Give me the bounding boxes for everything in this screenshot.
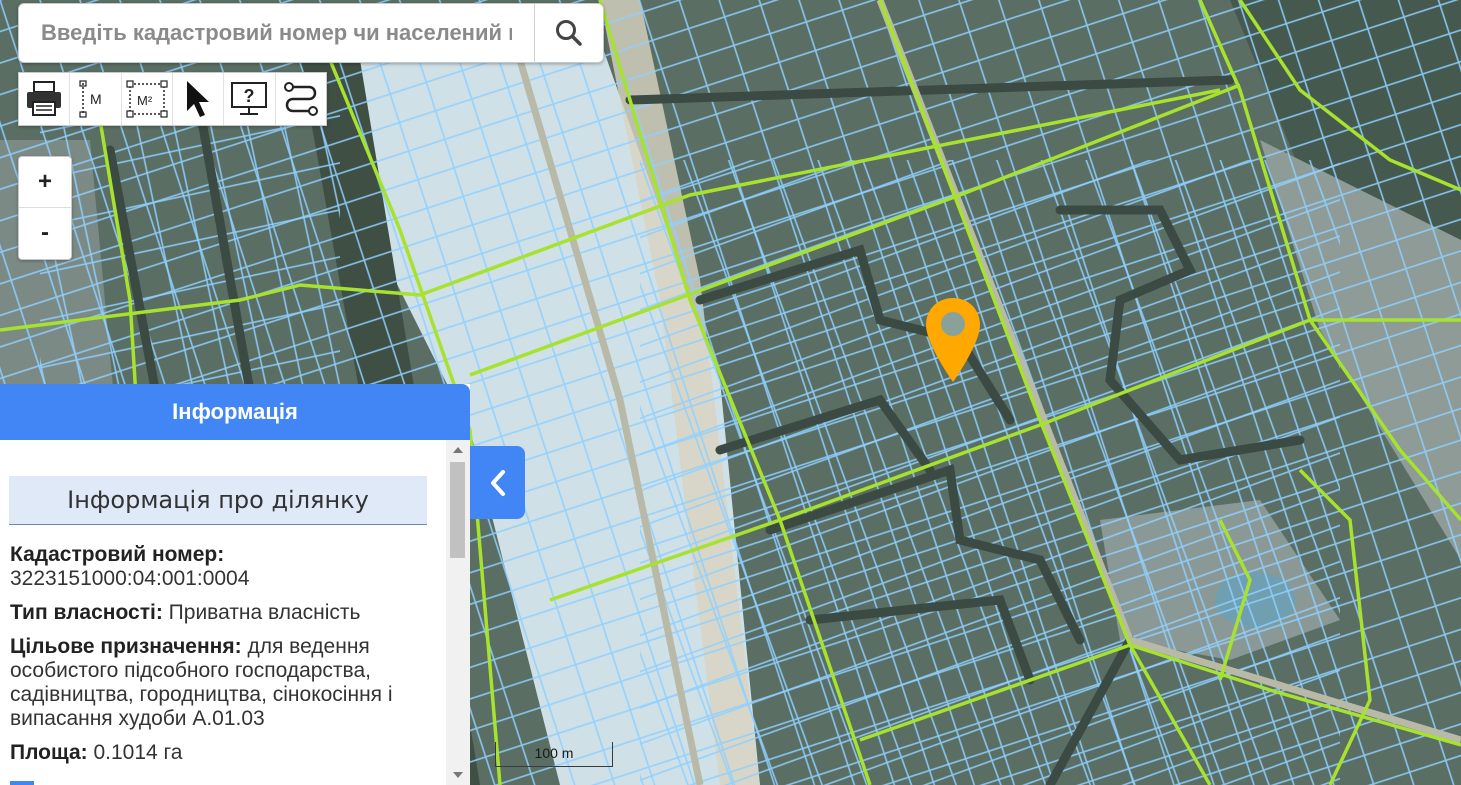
zoom-in-button[interactable]: + bbox=[19, 157, 71, 208]
purpose-label: Цільове призначення: bbox=[10, 635, 242, 658]
route-icon bbox=[283, 82, 318, 116]
scroll-down-icon bbox=[453, 772, 463, 778]
zoom-out-button[interactable]: - bbox=[19, 208, 71, 258]
search-bar bbox=[18, 3, 604, 63]
scroll-thumb[interactable] bbox=[450, 462, 465, 558]
parcel-grid-center bbox=[640, 160, 1340, 785]
collapse-panel-button[interactable] bbox=[470, 446, 525, 519]
scroll-down-button[interactable] bbox=[446, 765, 470, 785]
svg-text:M²: M² bbox=[137, 93, 153, 108]
area-label: Площа: bbox=[10, 741, 88, 764]
printer-icon bbox=[27, 81, 62, 116]
cursor-arrow-icon bbox=[187, 81, 210, 117]
ownership-label: Тип власності: bbox=[10, 601, 163, 624]
map-toolbar: M M² ? bbox=[18, 72, 327, 126]
cadastral-number-row: Кадастровий номер: 3223151000:04:001:000… bbox=[10, 543, 436, 591]
cadastral-number-value: 3223151000:04:001:0004 bbox=[10, 567, 250, 590]
content-indicator bbox=[10, 781, 34, 785]
select-button[interactable] bbox=[173, 73, 225, 125]
measure-area-button[interactable]: M² bbox=[122, 73, 173, 125]
measure-distance-button[interactable]: M bbox=[70, 73, 122, 125]
print-button[interactable] bbox=[19, 73, 71, 125]
chevron-left-icon bbox=[490, 469, 505, 496]
info-panel: Інформація Інформація про ділянку Кадаст… bbox=[0, 384, 470, 785]
parcel-info: Кадастровий номер: 3223151000:04:001:000… bbox=[10, 543, 436, 765]
search-input[interactable] bbox=[19, 4, 534, 62]
purpose-row: Цільове призначення: для ведення особист… bbox=[10, 635, 436, 731]
measure-distance-icon: M bbox=[79, 80, 102, 118]
svg-text:M: M bbox=[90, 91, 102, 107]
cadastral-number-label: Кадастровий номер: bbox=[10, 543, 225, 566]
route-button[interactable] bbox=[276, 73, 326, 125]
scroll-up-button[interactable] bbox=[446, 440, 470, 460]
scale-bar: 100 m bbox=[495, 742, 613, 767]
ownership-value: Приватна власність bbox=[168, 601, 361, 624]
area-value: 0.1014 га bbox=[93, 741, 183, 764]
ownership-row: Тип власності: Приватна власність bbox=[10, 601, 436, 625]
monitor-help-icon: ? bbox=[231, 82, 268, 115]
section-title: Інформація про ділянку bbox=[9, 476, 427, 525]
zoom-control: + - bbox=[18, 156, 72, 260]
panel-header: Інформація bbox=[0, 384, 470, 440]
parcel-grid-left bbox=[40, 100, 340, 400]
panel-body: Інформація про ділянку Кадастровий номер… bbox=[0, 440, 446, 785]
search-button[interactable] bbox=[534, 4, 603, 62]
search-icon bbox=[556, 20, 582, 46]
svg-text:?: ? bbox=[244, 86, 255, 106]
measure-area-icon: M² bbox=[126, 80, 168, 118]
location-marker-icon[interactable] bbox=[924, 296, 982, 384]
scroll-up-icon bbox=[453, 447, 463, 453]
area-row: Площа: 0.1014 га bbox=[10, 741, 436, 765]
panel-scrollbar[interactable] bbox=[446, 440, 470, 785]
identify-button[interactable]: ? bbox=[224, 73, 276, 125]
